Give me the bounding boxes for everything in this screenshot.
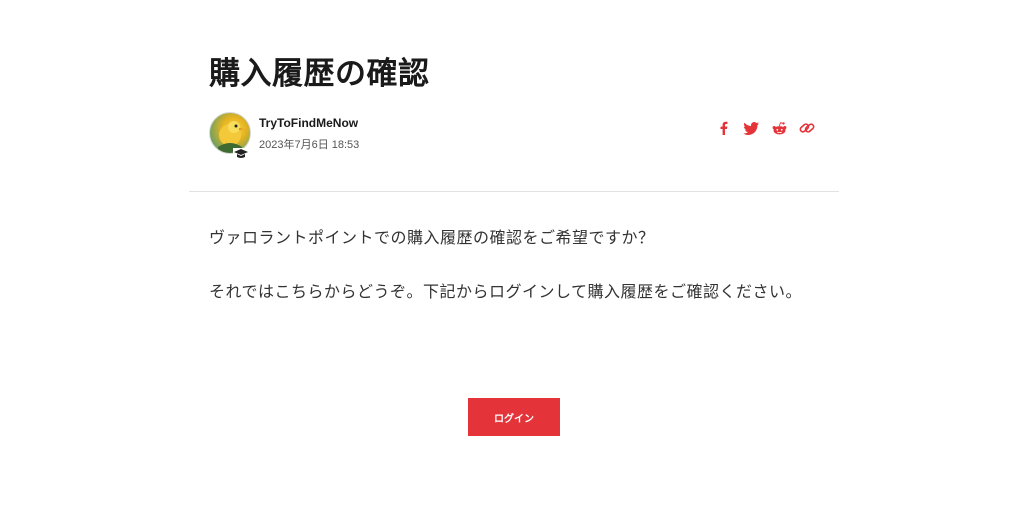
reddit-icon [772,121,786,134]
author-name[interactable]: TryToFindMeNow [259,116,358,130]
post-date: 2023年7月6日 18:53 [259,139,360,151]
facebook-share-button[interactable] [715,120,731,136]
header-divider [189,191,839,192]
graduation-cap-icon [233,145,249,160]
article-page: 購入履歴の確認 TryToFindMeNow 2023年7月6日 18:53 ヴ… [0,0,1024,513]
page-title: 購入履歴の確認 [209,56,430,92]
twitter-icon [743,121,759,135]
twitter-share-button[interactable] [743,120,759,136]
author-row: TryToFindMeNow 2023年7月6日 18:53 [209,111,815,160]
login-button[interactable]: ログイン [468,398,560,436]
link-icon [799,123,815,133]
instruction-paragraph: それではこちらからどうぞ。下記からログインして購入履歴をご確認ください。 [209,282,803,301]
reddit-share-button[interactable] [771,120,787,136]
intro-paragraph: ヴァロラントポイントでの購入履歴の確認をご希望ですか？ [209,228,655,247]
facebook-icon [720,121,727,135]
share-buttons [715,120,815,136]
copy-link-button[interactable] [799,120,815,136]
